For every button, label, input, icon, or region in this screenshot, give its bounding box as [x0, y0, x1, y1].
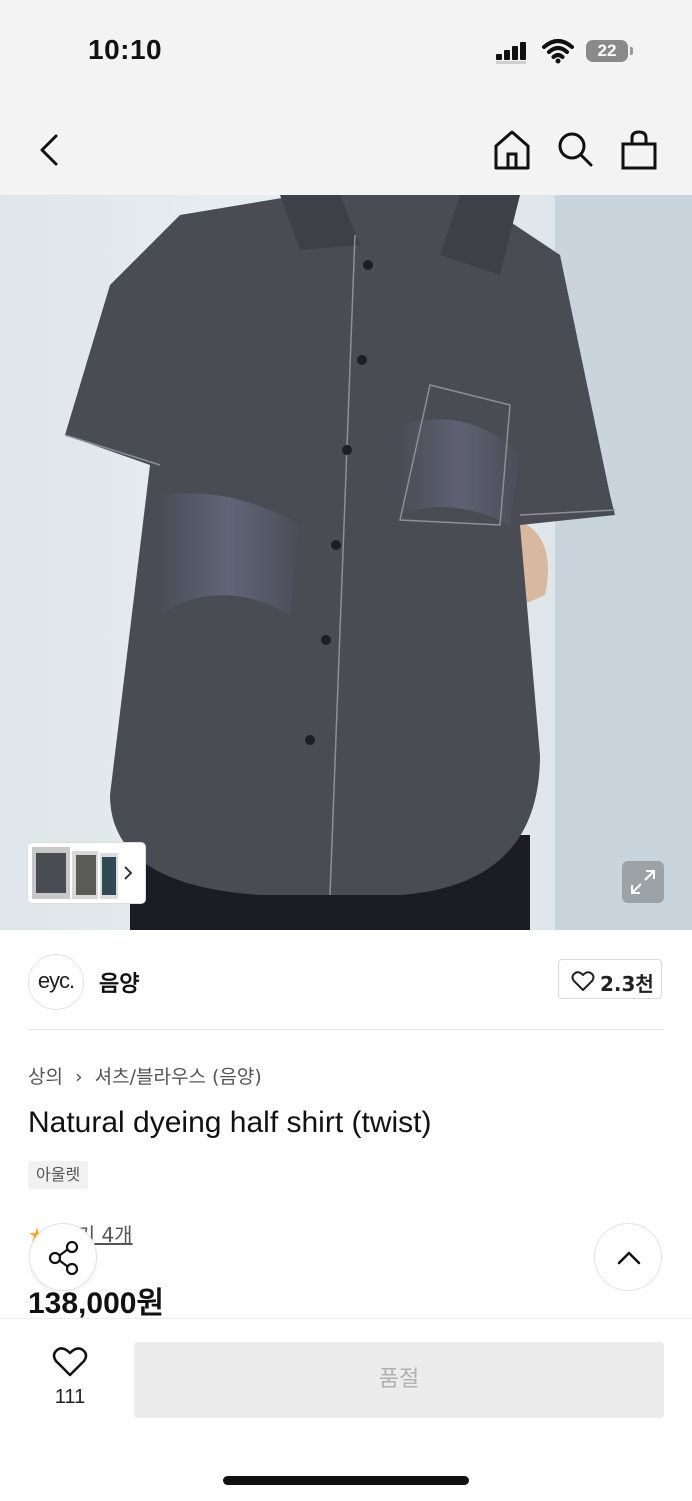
thumbnail-images [32, 847, 133, 899]
breadcrumb-item-subcategory[interactable]: 셔츠/블라우스 (음양) [95, 1062, 262, 1089]
home-indicator [223, 1476, 469, 1485]
brand-like-button[interactable]: 2.3천 [558, 959, 662, 999]
wishlist-button[interactable]: 111 [40, 1342, 100, 1414]
breadcrumb-item-category[interactable]: 상의 [28, 1062, 63, 1089]
status-time: 10:10 [88, 34, 163, 65]
product-image[interactable] [0, 195, 692, 930]
home-icon[interactable] [492, 128, 532, 172]
scroll-to-top-button[interactable] [594, 1223, 662, 1291]
shirt-photo [64, 195, 692, 930]
shopping-bag-icon[interactable] [619, 128, 659, 172]
heart-icon [52, 1347, 88, 1377]
brand-name[interactable]: 음양 [99, 966, 139, 998]
brand-like-count: 2.3천 [600, 972, 654, 996]
product-title: Natural dyeing half shirt (twist) [28, 1106, 432, 1139]
breadcrumb: 상의 › 셔츠/블라우스 (음양) [28, 1062, 262, 1089]
search-icon[interactable] [555, 128, 595, 172]
soldout-button[interactable]: 품절 [134, 1342, 664, 1418]
cellular-signal-icon [496, 42, 526, 64]
image-thumbnail-strip[interactable] [28, 843, 145, 903]
battery-indicator: 22 [586, 40, 628, 62]
expand-icon [631, 870, 655, 894]
chevron-right-icon [124, 866, 133, 880]
share-button[interactable] [29, 1223, 97, 1291]
expand-image-button[interactable] [622, 861, 664, 903]
wifi-icon [542, 39, 574, 64]
breadcrumb-separator-icon: › [75, 1066, 83, 1088]
outlet-tag: 아울렛 [28, 1161, 89, 1189]
wishlist-count: 111 [54, 1386, 86, 1408]
divider [28, 1029, 664, 1030]
heart-icon [571, 971, 595, 991]
battery-tip [630, 47, 633, 55]
chevron-left-icon[interactable] [30, 128, 70, 172]
share-icon [48, 1241, 79, 1275]
chevron-up-icon [617, 1251, 641, 1265]
brand-row[interactable]: eyc. 음양 2.3천 [0, 930, 692, 1030]
brand-logo[interactable]: eyc. [28, 954, 84, 1010]
